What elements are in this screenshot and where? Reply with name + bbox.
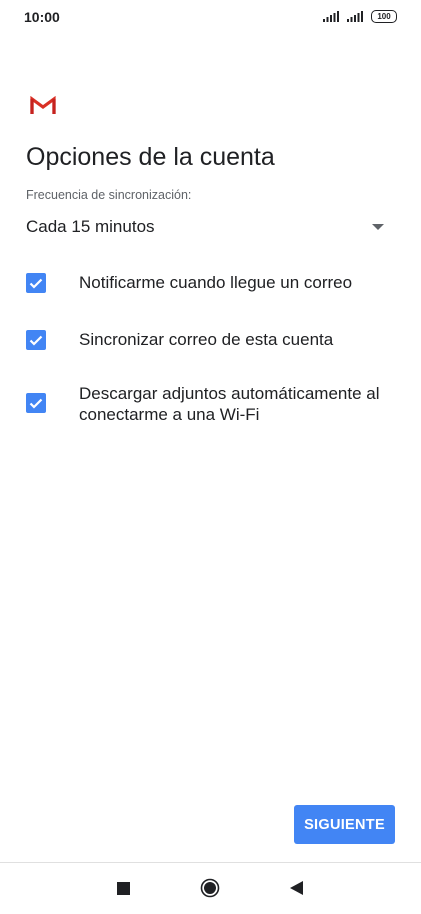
battery-level: 100 — [371, 10, 397, 23]
back-button[interactable] — [283, 875, 309, 901]
option-label: Notificarme cuando llegue un correo — [79, 273, 353, 292]
checkbox-checked-icon[interactable] — [26, 273, 46, 293]
status-bar: 10:00 100 — [0, 0, 421, 34]
navigation-bar — [0, 863, 421, 914]
triangle-down-icon — [372, 224, 384, 230]
signal-icon — [347, 11, 363, 22]
sync-frequency-dropdown[interactable]: Cada 15 minutos — [26, 214, 386, 242]
page-title: Opciones de la cuenta — [26, 143, 275, 171]
circle-icon — [200, 878, 220, 898]
status-icons: 100 — [323, 10, 397, 23]
option-label: Descargar adjuntos automáticamente al co… — [79, 384, 380, 424]
option-sync-account-mail[interactable]: Sincronizar correo de esta cuenta — [26, 329, 396, 353]
gmail-logo-icon — [30, 96, 56, 114]
triangle-left-icon — [289, 881, 303, 895]
checkbox-checked-icon[interactable] — [26, 330, 46, 350]
signal-icon — [323, 11, 339, 22]
checkbox-checked-icon[interactable] — [26, 393, 46, 413]
option-notify-new-mail[interactable]: Notificarme cuando llegue un correo — [26, 272, 396, 296]
home-button[interactable] — [197, 875, 223, 901]
battery-icon: 100 — [371, 10, 397, 23]
sync-frequency-value: Cada 15 minutos — [26, 217, 155, 236]
next-button[interactable]: SIGUIENTE — [294, 805, 395, 844]
status-time: 10:00 — [24, 9, 60, 25]
recents-button[interactable] — [110, 875, 136, 901]
option-label: Sincronizar correo de esta cuenta — [79, 330, 334, 349]
square-icon — [116, 881, 130, 895]
option-download-attachments-wifi[interactable]: Descargar adjuntos automáticamente al co… — [26, 383, 396, 427]
sync-frequency-label: Frecuencia de sincronización: — [26, 188, 192, 202]
